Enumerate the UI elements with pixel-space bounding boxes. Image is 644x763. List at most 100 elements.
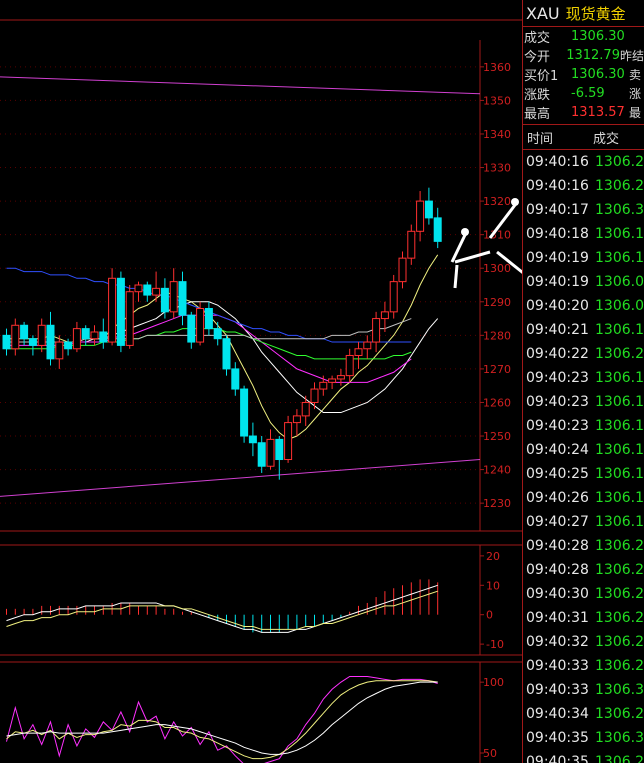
candle-body xyxy=(222,338,231,370)
trade-price: 1306.1 xyxy=(595,490,644,506)
price-tick-label: 1240 xyxy=(483,464,511,477)
trade-price: 1306.2 xyxy=(595,586,644,602)
candle-body xyxy=(363,341,372,350)
quote-value: 1306.30 xyxy=(571,67,625,82)
candle-body xyxy=(99,331,108,343)
quote-sidebar: XAU 现货黄金 成交 1306.30 今开 1312.79 昨结 买价1 1306.30 卖… xyxy=(522,0,644,763)
candle-body xyxy=(424,200,433,219)
annotation-arrow xyxy=(453,264,459,289)
candle-body xyxy=(319,381,328,390)
candle-body xyxy=(407,230,416,259)
trade-row[interactable]: 09:40:28 1306.2 xyxy=(523,534,644,558)
trade-row[interactable]: 09:40:33 1306.2 xyxy=(523,654,644,678)
trade-row[interactable]: 09:40:20 1306.0 xyxy=(523,294,644,318)
trade-time: 09:40:35 xyxy=(526,754,589,763)
trade-row[interactable]: 09:40:18 1306.1 xyxy=(523,222,644,246)
kline-chart-svg[interactable]: 1230124012501260127012801290130013101320… xyxy=(0,0,522,763)
trade-price: 1306.1 xyxy=(595,322,644,338)
candle-body xyxy=(46,324,55,360)
macd-dif-line xyxy=(6,584,438,633)
candle-body xyxy=(143,284,152,296)
trade-row[interactable]: 09:40:23 1306.1 xyxy=(523,366,644,390)
price-tick-label: 1300 xyxy=(483,262,511,275)
macd-tick-label: 0 xyxy=(486,609,493,622)
trade-row[interactable]: 09:40:21 1306.1 xyxy=(523,318,644,342)
trade-row[interactable]: 09:40:19 1306.1 xyxy=(523,246,644,270)
trade-price: 1306.2 xyxy=(595,634,644,650)
trades-list[interactable]: 09:40:16 1306.2 09:40:16 1306.2 09:40:17 1306… xyxy=(523,150,644,763)
quote-row: 涨跌 -6.59 涨 xyxy=(523,84,644,103)
candle-body xyxy=(275,438,284,461)
trade-price: 1306.1 xyxy=(595,250,644,266)
trade-price: 1306.2 xyxy=(595,538,644,554)
trade-row[interactable]: 09:40:16 1306.2 xyxy=(523,174,644,198)
price-tick-label: 1340 xyxy=(483,128,511,141)
candle-body xyxy=(125,291,134,346)
trade-price: 1306.1 xyxy=(595,514,644,530)
trade-price: 1306.1 xyxy=(595,418,644,434)
trade-row[interactable]: 09:40:16 1306.2 xyxy=(523,150,644,174)
trade-price: 1306.2 xyxy=(595,706,644,722)
candle-body xyxy=(178,281,187,316)
trade-price: 1306.3 xyxy=(595,682,644,698)
candle-body xyxy=(372,318,381,343)
trade-price: 1306.1 xyxy=(595,442,644,458)
trade-row[interactable]: 09:40:17 1306.3 xyxy=(523,198,644,222)
trade-price: 1306.1 xyxy=(595,226,644,242)
trade-row[interactable]: 09:40:26 1306.1 xyxy=(523,486,644,510)
trade-row[interactable]: 09:40:30 1306.2 xyxy=(523,582,644,606)
quote-label: 最高 xyxy=(524,107,551,122)
candle-body xyxy=(169,281,178,313)
trade-time: 09:40:17 xyxy=(526,202,589,218)
macd-tick-label: 20 xyxy=(486,550,500,563)
trade-time: 09:40:23 xyxy=(526,370,589,386)
candle-body xyxy=(310,388,319,403)
quote-label: 涨跌 xyxy=(524,88,551,103)
candle-body xyxy=(380,311,389,320)
price-tick-label: 1360 xyxy=(483,61,511,74)
candle-body xyxy=(248,435,257,444)
candle-body xyxy=(160,287,169,313)
trade-row[interactable]: 09:40:25 1306.1 xyxy=(523,462,644,486)
kdj-line xyxy=(6,681,438,755)
symbol-header[interactable]: XAU 现货黄金 xyxy=(523,0,644,27)
trades-header-price: 成交 xyxy=(593,131,620,147)
trade-row[interactable]: 09:40:31 1306.2 xyxy=(523,606,644,630)
trade-price: 1306.3 xyxy=(595,730,644,746)
candle-body xyxy=(433,217,442,242)
kdj-tick-label: 50 xyxy=(483,747,497,760)
quote-label2: 卖 xyxy=(629,68,642,82)
trade-row[interactable]: 09:40:33 1306.3 xyxy=(523,678,644,702)
trade-row[interactable]: 09:40:24 1306.1 xyxy=(523,438,644,462)
trade-time: 09:40:32 xyxy=(526,634,589,650)
trade-row[interactable]: 09:40:22 1306.2 xyxy=(523,342,644,366)
trade-row[interactable]: 09:40:19 1306.0 xyxy=(523,270,644,294)
chart-area[interactable]: 1230 1240 1250 1260 1270 1280 1290 1300 1310 1320… xyxy=(0,0,522,763)
candle-body xyxy=(204,307,213,330)
price-tick-label: 1270 xyxy=(483,363,511,376)
trade-time: 09:40:18 xyxy=(526,226,589,242)
trade-time: 09:40:33 xyxy=(526,658,589,674)
candle-body xyxy=(116,277,125,346)
quote-value: 1313.57 xyxy=(571,105,625,120)
trade-row[interactable]: 09:40:35 1306.2 xyxy=(523,750,644,763)
trade-price: 1306.1 xyxy=(595,370,644,386)
trade-row[interactable]: 09:40:35 1306.3 xyxy=(523,726,644,750)
trade-row[interactable]: 09:40:28 1306.2 xyxy=(523,558,644,582)
trade-row[interactable]: 09:40:34 1306.2 xyxy=(523,702,644,726)
trade-row[interactable]: 09:40:23 1306.1 xyxy=(523,414,644,438)
candle-body xyxy=(64,341,73,350)
quote-label: 今开 xyxy=(524,50,551,65)
candle-body xyxy=(196,307,205,343)
trades-header-time: 时间 xyxy=(527,131,554,147)
candle-body xyxy=(240,388,249,437)
macd-tick-label: -10 xyxy=(486,638,504,651)
price-tick-label: 1330 xyxy=(483,162,511,175)
trade-row[interactable]: 09:40:27 1306.1 xyxy=(523,510,644,534)
trade-price: 1306.1 xyxy=(595,394,644,410)
quote-label2: 最 xyxy=(629,106,642,120)
trade-row[interactable]: 09:40:32 1306.2 xyxy=(523,630,644,654)
trade-time: 09:40:19 xyxy=(526,250,589,266)
trade-row[interactable]: 09:40:23 1306.1 xyxy=(523,390,644,414)
quote-label: 买价1 xyxy=(524,69,559,84)
